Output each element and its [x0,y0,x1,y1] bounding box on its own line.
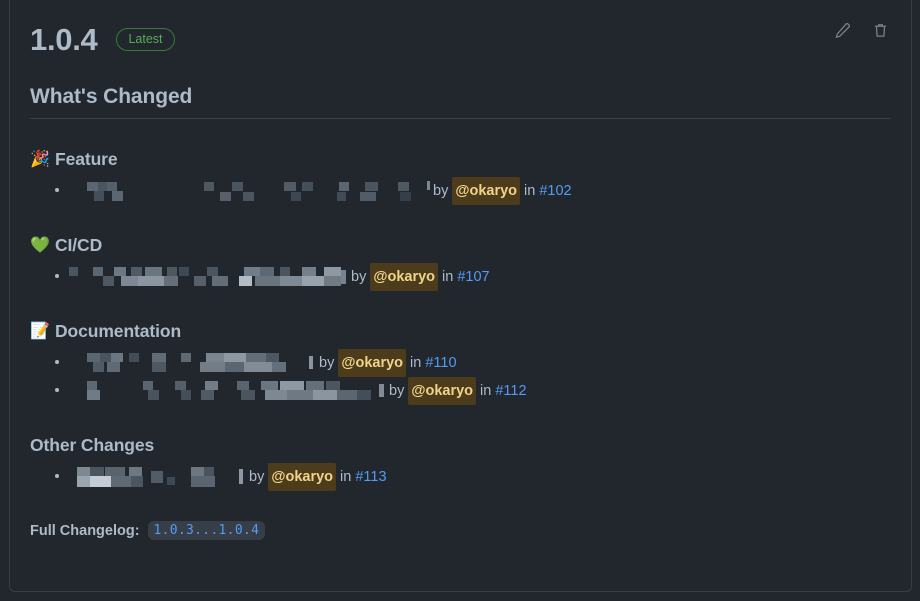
author-mention[interactable]: @okaryo [268,463,337,491]
by-label: by [389,383,405,399]
change-list: by @okaryo in #102 [30,177,891,205]
in-label: in [480,383,492,399]
pull-request-link[interactable]: #107 [457,264,489,290]
redacted-change-title [69,352,317,374]
change-list: by @okaryo in #113 [30,463,891,491]
by-label: by [351,269,367,285]
whats-changed-heading: What's Changed [30,85,193,108]
trash-icon[interactable] [869,19,891,41]
pull-request-link[interactable]: #102 [539,178,571,204]
latest-badge: Latest [116,27,175,51]
group-heading: 💚 CI/CD [30,235,891,256]
change-list-item: by @okaryo in #112 [30,377,891,405]
pull-request-link[interactable]: #112 [495,378,526,404]
change-list-item: by @okaryo in #107 [30,263,891,291]
in-label: in [340,469,352,485]
redacted-change-title [69,266,349,288]
pencil-icon[interactable] [831,19,853,41]
change-list-item: by @okaryo in #110 [30,349,891,377]
change-list: by @okaryo in #107 [30,263,891,291]
change-list-item: by @okaryo in #113 [30,463,891,491]
group-heading: Other Changes [30,435,891,456]
in-label: in [524,183,536,199]
full-changelog-link[interactable]: 1.0.3...1.0.4 [147,521,266,540]
party-popper-icon: 🎉 [30,150,50,168]
memo-icon: 📝 [30,322,50,340]
release-version-title: 1.0.4 [30,21,98,57]
group-title: CI/CD [55,235,103,255]
redacted-change-title [69,380,387,402]
heading-divider [30,118,891,119]
by-label: by [433,183,449,199]
release-body: What's Changed 🎉 Feature by @okaryo in #102 💚 C… [30,85,891,540]
pull-request-link[interactable]: #110 [425,350,456,376]
change-list: by @okaryo in #110 by @okaryo in #112 [30,349,891,405]
full-changelog-line: Full Changelog: 1.0.3...1.0.4 [30,521,891,540]
by-label: by [319,355,335,371]
release-card: 1.0.4 Latest What's Changed 🎉 Feature by… [9,0,912,592]
change-groups: 🎉 Feature by @okaryo in #102 💚 CI/CD by @okaryo in… [30,149,891,491]
group-title: Feature [55,149,118,169]
author-mention[interactable]: @okaryo [338,349,407,377]
header-actions [831,19,891,41]
redacted-change-title [69,466,247,488]
pull-request-link[interactable]: #113 [355,464,386,490]
release-header: 1.0.4 Latest [30,17,891,61]
group-title: Other Changes [30,435,155,455]
group-heading: 📝 Documentation [30,321,891,342]
by-label: by [249,469,265,485]
in-label: in [442,269,454,285]
author-mention[interactable]: @okaryo [370,263,439,291]
in-label: in [410,355,422,371]
author-mention[interactable]: @okaryo [408,377,477,405]
redacted-change-title [69,180,431,202]
author-mention[interactable]: @okaryo [452,177,521,205]
green-heart-icon: 💚 [30,236,50,254]
group-title: Documentation [55,321,182,341]
group-heading: 🎉 Feature [30,149,891,170]
change-list-item: by @okaryo in #102 [30,177,891,205]
full-changelog-label: Full Changelog: [30,522,140,539]
